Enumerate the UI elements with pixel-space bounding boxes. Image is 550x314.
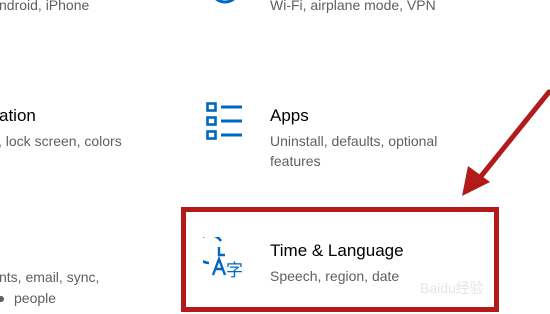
tile-network-desc: Wi-Fi, airplane mode, VPN xyxy=(270,0,436,13)
tile-personalization[interactable]: ation , lock screen, colors xyxy=(0,100,160,160)
tile-accounts-desc-line2: people xyxy=(14,290,57,306)
tile-apps[interactable]: Apps Uninstall, defaults, optional featu… xyxy=(200,98,500,178)
tile-personalization-desc: , lock screen, colors xyxy=(0,133,122,149)
tile-phone-desc: ndroid, iPhone xyxy=(0,0,90,13)
tile-accounts[interactable]: nts, email, sync, people xyxy=(0,262,160,312)
watermark: Baidu经验 xyxy=(420,280,484,296)
tile-apps-desc-line2: features xyxy=(270,153,321,169)
tile-apps-desc-line1: Uninstall, defaults, optional xyxy=(270,133,438,149)
tile-accounts-desc-line1: nts, email, sync, xyxy=(0,269,100,285)
tile-phone[interactable]: ndroid, iPhone xyxy=(0,0,160,20)
tile-personalization-title: ation xyxy=(0,106,36,125)
apps-list-icon xyxy=(206,102,244,140)
person-icon xyxy=(0,293,6,305)
tile-apps-title: Apps xyxy=(270,106,309,125)
tile-network[interactable]: Wi-Fi, airplane mode, VPN xyxy=(200,0,500,20)
globe-icon xyxy=(208,0,242,10)
